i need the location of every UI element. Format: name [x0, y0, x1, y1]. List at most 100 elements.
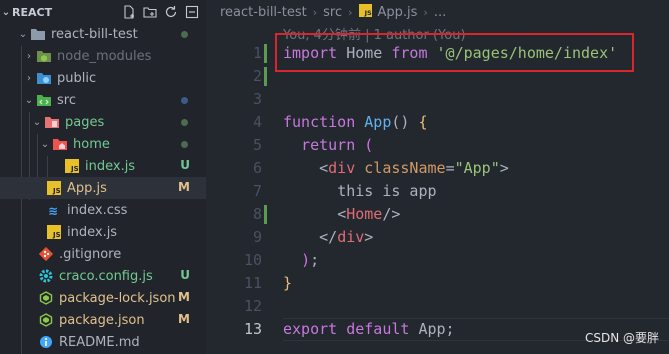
tree-item-craco-config-js[interactable]: craco.config.js U	[0, 265, 206, 287]
chevron-down-icon[interactable]: ⌄	[16, 29, 30, 40]
chevron-down-icon[interactable]: ⌄	[38, 139, 52, 150]
line-number: 4	[252, 113, 262, 131]
explorer-header[interactable]: ⌄ REACT	[0, 0, 206, 24]
chevron-right-icon: ›	[423, 5, 428, 19]
svg-text:JS: JS	[70, 165, 79, 173]
tree-item-public[interactable]: › public	[0, 67, 206, 89]
svg-text:JS: JS	[52, 187, 61, 195]
breadcrumb-item-project[interactable]: react-bill-test	[220, 5, 307, 20]
folder-open-icon	[30, 26, 46, 42]
config-gear-icon	[38, 268, 54, 284]
code-text: <Home/>	[337, 205, 401, 223]
git-icon	[38, 246, 54, 262]
breadcrumb: react-bill-test › src › JS App.js › ...	[220, 3, 446, 21]
chevron-down-icon[interactable]: ⌄	[30, 117, 44, 128]
tree-item-pages[interactable]: ⌄ pages	[0, 111, 206, 133]
info-icon	[38, 334, 54, 350]
line-number: 3	[252, 90, 262, 108]
javascript-file-icon: JS	[358, 3, 372, 21]
code-text: return (	[301, 136, 374, 154]
new-folder-icon[interactable]	[142, 4, 158, 20]
css-file-icon: ≋	[46, 202, 62, 218]
code-line-8[interactable]: 8 <Home/>	[206, 203, 669, 226]
javascript-file-icon: JS	[46, 224, 62, 240]
code-text: <div className="App">	[319, 159, 509, 177]
code-line-3[interactable]: 3	[206, 88, 669, 111]
line-number: 6	[252, 159, 262, 177]
breadcrumb-item-symbol[interactable]: ...	[434, 5, 446, 20]
line-number: 12	[243, 297, 262, 315]
chevron-right-icon[interactable]: ›	[22, 51, 36, 62]
new-file-icon[interactable]	[121, 4, 137, 20]
home-folder-icon	[52, 136, 68, 152]
line-number: 10	[243, 251, 262, 269]
chevron-down-icon[interactable]: ⌄	[22, 95, 36, 106]
code-line-4[interactable]: 4 function App() {	[206, 111, 669, 134]
line-number: 7	[252, 182, 262, 200]
chevron-down-icon[interactable]: ⌄	[0, 7, 12, 18]
nodejs-icon	[38, 312, 54, 328]
code-text: function App() {	[283, 113, 428, 131]
chevron-right-icon: ›	[312, 5, 318, 19]
tree-item-src[interactable]: ⌄ src	[0, 89, 206, 111]
chevron-right-icon[interactable]: ›	[22, 73, 36, 84]
tree-item-package-json[interactable]: package.json M	[0, 309, 206, 331]
git-status-dot	[181, 119, 188, 126]
tree-item-readme-md[interactable]: README.md	[0, 331, 206, 353]
code-text: }	[283, 274, 293, 292]
code-text: );	[301, 251, 320, 269]
line-number: 11	[243, 274, 262, 292]
tree-item-index-css[interactable]: ≋ index.css	[0, 199, 206, 221]
git-status-dot	[181, 97, 188, 104]
git-status-badge: U	[180, 268, 190, 282]
tree-item-node-modules[interactable]: › node_modules	[0, 45, 206, 67]
tree-item-home[interactable]: ⌄ home	[0, 133, 206, 155]
code-line-12[interactable]: 12	[206, 295, 669, 318]
nodejs-folder-icon	[36, 48, 52, 64]
code-text: this is app	[337, 182, 437, 200]
git-status-badge: M	[178, 312, 190, 326]
explorer-title: REACT	[12, 5, 53, 19]
git-status-badge: M	[178, 180, 190, 194]
line-number: 1	[252, 44, 262, 62]
nodejs-icon	[38, 290, 54, 306]
explorer-sidebar: ⌄ REACT ⌄ react-bill-test › node_modules…	[0, 0, 206, 354]
svg-text:≋: ≋	[48, 204, 58, 217]
line-number: 8	[252, 205, 262, 223]
line-number: 13	[243, 320, 262, 338]
code-line-9[interactable]: 9 </div>	[206, 226, 669, 249]
code-line-6[interactable]: 6 <div className="App">	[206, 157, 669, 180]
code-text: </div>	[319, 228, 374, 246]
svg-text:JS: JS	[363, 9, 371, 17]
javascript-file-icon: JS	[46, 180, 62, 196]
code-line-5[interactable]: 5 return (	[206, 134, 669, 157]
tree-item-src-index-js[interactable]: JS index.js	[0, 221, 206, 243]
annotation-highlight-box	[275, 33, 634, 72]
line-number: 5	[252, 136, 262, 154]
javascript-file-icon: JS	[64, 158, 80, 174]
git-status-badge: U	[180, 158, 190, 172]
tree-item-gitignore[interactable]: .gitignore	[0, 243, 206, 265]
git-status-badge: M	[178, 290, 190, 304]
watermark: CSDN @要胖	[584, 331, 659, 345]
git-status-dot	[181, 31, 188, 38]
breadcrumb-item-src[interactable]: src	[323, 5, 342, 20]
git-added-gutter	[264, 67, 267, 86]
collapse-all-icon[interactable]	[184, 4, 200, 20]
tree-item-app-js[interactable]: JS App.js M	[0, 177, 206, 199]
tree-item-react-bill-test[interactable]: ⌄ react-bill-test	[0, 23, 206, 45]
code-line-11[interactable]: 11 }	[206, 272, 669, 295]
git-added-gutter	[264, 44, 267, 63]
code-line-7[interactable]: 7 this is app	[206, 180, 669, 203]
pages-folder-icon	[44, 114, 60, 130]
breadcrumb-item-file[interactable]: App.js	[378, 5, 418, 20]
tree-item-package-lock-json[interactable]: package-lock.json M	[0, 287, 206, 309]
svg-text:JS: JS	[52, 231, 61, 239]
git-added-gutter	[264, 205, 267, 224]
git-status-dot	[181, 141, 188, 148]
tree-item-home-index-js[interactable]: JS index.js U	[0, 155, 206, 177]
code-line-10[interactable]: 10 );	[206, 249, 669, 272]
refresh-icon[interactable]	[163, 4, 179, 20]
public-folder-icon	[36, 70, 52, 86]
chevron-right-icon: ›	[348, 5, 353, 19]
